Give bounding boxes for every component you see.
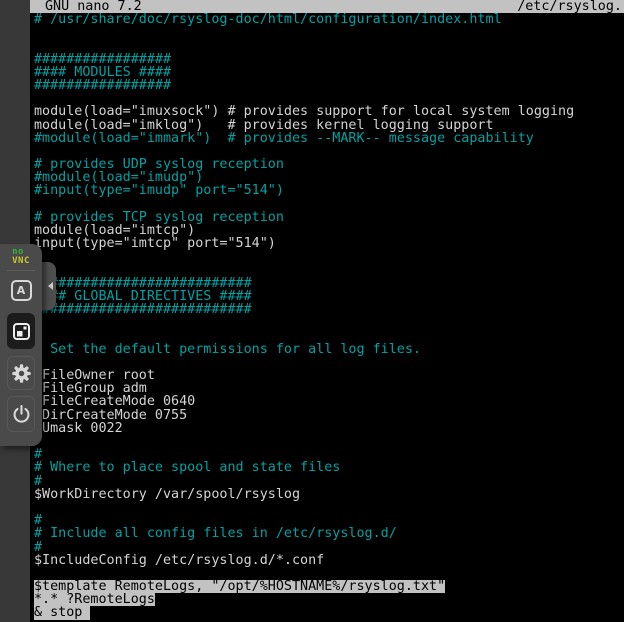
terminal-line — [34, 501, 624, 514]
terminal-line — [34, 316, 624, 329]
terminal-line — [34, 198, 624, 211]
terminal-line: ################# — [34, 53, 624, 66]
terminal-line: & stop — [34, 606, 624, 619]
collapse-arrow-icon — [48, 282, 53, 290]
power-icon — [11, 404, 32, 425]
terminal-line: module(load="imuxsock") # provides suppo… — [34, 105, 624, 118]
novnc-logo-line2: VNC — [12, 257, 30, 266]
gear-icon — [11, 363, 32, 384]
fullscreen-icon — [12, 322, 31, 341]
terminal-line: $Umask 0022 — [34, 422, 624, 435]
terminal-line — [34, 26, 624, 39]
terminal-line: # /usr/share/doc/rsyslog-doc/html/config… — [34, 13, 624, 26]
terminal-window[interactable]: GNU nano 7.2 /etc/rsyslog. # /usr/share/… — [30, 0, 624, 622]
nano-filename-label: /etc/rsyslog. — [517, 0, 624, 13]
terminal-line: # — [34, 541, 624, 554]
terminal-line: # Set the default permissions for all lo… — [34, 343, 624, 356]
terminal-line — [34, 250, 624, 263]
keycap-a-icon: A — [11, 280, 32, 301]
terminal-line: #input(type="imudp" port="514") — [34, 184, 624, 197]
terminal-line: input(type="imtcp" port="514") — [34, 237, 624, 250]
terminal-line: $DirCreateMode 0755 — [34, 409, 624, 422]
terminal-line: # — [34, 330, 624, 343]
terminal-line: $FileCreateMode 0640 — [34, 395, 624, 408]
panel-divider — [7, 270, 35, 271]
terminal-line: ########################### — [34, 303, 624, 316]
vnc-panel-handle[interactable] — [40, 262, 56, 310]
terminal-line: $WorkDirectory /var/spool/rsyslog — [34, 488, 624, 501]
terminal-line: ########################### — [34, 277, 624, 290]
terminal-line: module(load="imklog") # provides kernel … — [34, 119, 624, 132]
keycap-letter: A — [17, 284, 26, 297]
vnc-control-bar: no VNC A — [0, 244, 42, 446]
desktop-screen: GNU nano 7.2 /etc/rsyslog. # /usr/share/… — [0, 0, 624, 622]
terminal-line: # Include all config files in /etc/rsysl… — [34, 527, 624, 540]
terminal-line: # — [34, 475, 624, 488]
terminal-line — [34, 264, 624, 277]
terminal-line: #module(load="immark") # provides --MARK… — [34, 132, 624, 145]
terminal-line: *.* ?RemoteLogs — [34, 593, 624, 606]
terminal-line: $IncludeConfig /etc/rsyslog.d/*.conf — [34, 554, 624, 567]
terminal-line: ################# — [34, 79, 624, 92]
disconnect-button[interactable] — [7, 396, 35, 432]
terminal-line: # Where to place spool and state files — [34, 461, 624, 474]
novnc-logo: no VNC — [12, 248, 30, 265]
terminal-line — [34, 39, 624, 52]
settings-button[interactable] — [7, 356, 35, 390]
terminal-line: #### MODULES #### — [34, 66, 624, 79]
terminal-line — [34, 435, 624, 448]
fullscreen-button[interactable] — [7, 313, 35, 349]
terminal-body[interactable]: # /usr/share/doc/rsyslog-doc/html/config… — [30, 13, 624, 620]
keyboard-button[interactable]: A — [9, 278, 33, 302]
